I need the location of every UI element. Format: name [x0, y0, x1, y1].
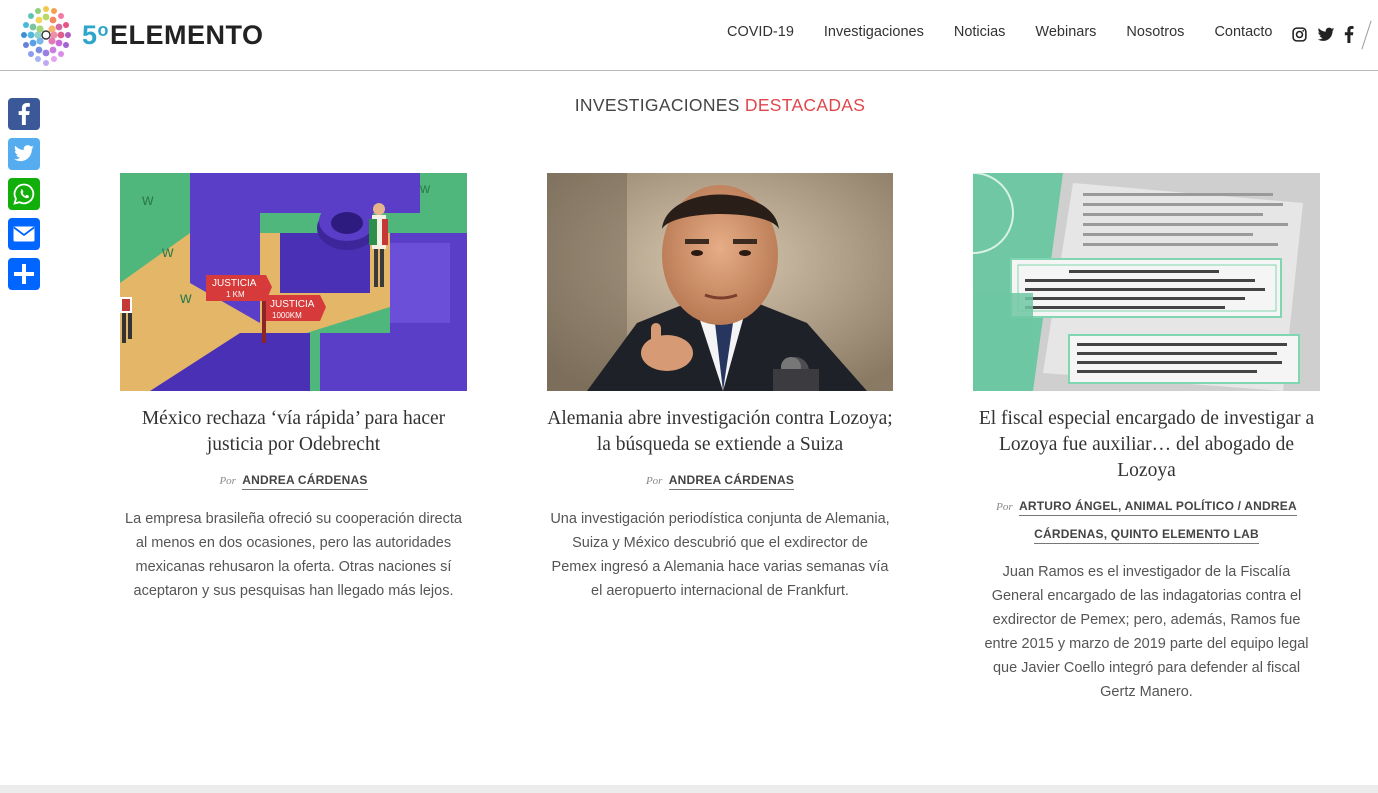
section-title-main: INVESTIGACIONES	[574, 95, 740, 115]
svg-text:1 KM: 1 KM	[226, 290, 245, 299]
article-title[interactable]: El fiscal especial encargado de investig…	[973, 406, 1320, 484]
site-logo[interactable]: 5 o ELEMENTO	[18, 3, 264, 67]
share-twitter-button[interactable]	[8, 138, 40, 170]
footer-band	[0, 785, 1378, 793]
article-title[interactable]: México rechaza ‘vía rápida’ para hacer j…	[120, 406, 467, 458]
logo-degree: o	[97, 19, 110, 40]
author-link[interactable]: CÁRDENAS, QUINTO ELEMENTO LAB	[1034, 527, 1259, 544]
logo-dots-icon	[21, 6, 71, 66]
header-social-links	[1291, 26, 1363, 48]
article-byline: Por ARTURO ÁNGEL, ANIMAL POLÍTICO / ANDR…	[973, 493, 1320, 548]
nav-covid[interactable]: COVID-19	[727, 24, 794, 40]
logo-word: ELEMENTO	[110, 19, 264, 50]
nav-contacto[interactable]: Contacto	[1214, 24, 1272, 40]
byline-por: Por	[996, 501, 1013, 513]
email-icon	[13, 226, 35, 242]
byline-por: Por	[219, 475, 236, 487]
svg-text:JUSTICIA: JUSTICIA	[212, 278, 257, 289]
nav-noticias[interactable]: Noticias	[954, 24, 1006, 40]
twitter-icon[interactable]	[1317, 27, 1335, 48]
svg-text:w: w	[161, 244, 174, 261]
facebook-icon[interactable]	[1344, 26, 1354, 48]
article-image-document[interactable]	[973, 173, 1320, 391]
article-excerpt: Una investigación periodística conjunta …	[550, 511, 890, 599]
article-card: w w w w JUSTICIA 1 KM JUSTICIA 1000KM Mé…	[120, 173, 467, 603]
byline-por: Por	[645, 475, 663, 487]
author-link[interactable]: ANDREA CÁRDENAS	[242, 473, 368, 490]
author-link[interactable]: ARTURO ÁNGEL, ANIMAL POLÍTICO / ANDREA	[1019, 499, 1297, 516]
section-title-accent: DESTACADAS	[744, 95, 866, 115]
nav-webinars[interactable]: Webinars	[1035, 24, 1096, 40]
svg-text:JUSTICIA: JUSTICIA	[270, 299, 315, 310]
nav-nosotros[interactable]: Nosotros	[1126, 24, 1184, 40]
twitter-icon	[14, 145, 34, 162]
article-image-lozoya[interactable]	[547, 173, 893, 391]
main-nav: COVID-19 Investigaciones Noticias Webina…	[727, 24, 1272, 40]
article-card: El fiscal especial encargado de investig…	[973, 173, 1320, 704]
whatsapp-icon	[13, 183, 35, 205]
share-more-button[interactable]	[8, 258, 40, 290]
share-whatsapp-button[interactable]	[8, 178, 40, 210]
svg-text:1000KM: 1000KM	[272, 311, 302, 320]
share-email-button[interactable]	[8, 218, 40, 250]
article-byline: Por ANDREA CÁRDENAS	[547, 467, 893, 495]
logo-wordmark: 5 o ELEMENTO	[82, 20, 264, 51]
svg-text:w: w	[141, 192, 154, 209]
article-title[interactable]: Alemania abre investigación contra Lozoy…	[547, 406, 893, 458]
share-bar	[8, 98, 40, 298]
svg-text:w: w	[179, 290, 192, 307]
nav-investigaciones[interactable]: Investigaciones	[824, 24, 924, 40]
svg-text:w: w	[419, 180, 431, 196]
article-excerpt: Juan Ramos es el investigador de la Fisc…	[984, 564, 1309, 700]
article-excerpt: La empresa brasileña ofreció su cooperac…	[125, 511, 462, 599]
article-card: Alemania abre investigación contra Lozoy…	[547, 173, 893, 603]
site-header: 5 o ELEMENTO COVID-19 Investigaciones Noti…	[0, 0, 1378, 71]
instagram-icon[interactable]	[1291, 26, 1308, 48]
article-byline: Por ANDREA CÁRDENAS	[120, 467, 467, 495]
article-image-justicia[interactable]: w w w w JUSTICIA 1 KM JUSTICIA 1000KM	[120, 173, 467, 391]
logo-number: 5	[82, 19, 98, 50]
author-link[interactable]: ANDREA CÁRDENAS	[668, 473, 795, 490]
share-icon	[14, 264, 34, 284]
section-title: INVESTIGACIONES DESTACADAS	[0, 95, 1378, 116]
